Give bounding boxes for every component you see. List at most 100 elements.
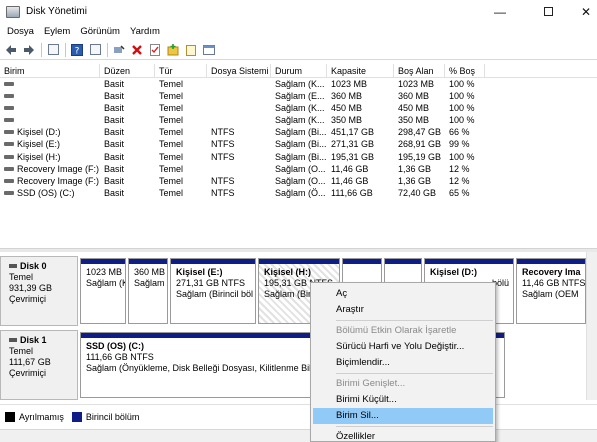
- menu-yardim[interactable]: Yardım: [130, 26, 160, 37]
- column-header-kapasite[interactable]: Kapasite: [327, 64, 394, 77]
- table-cell: Recovery Image (F:): [0, 163, 100, 175]
- minimize-button[interactable]: —: [480, 0, 520, 23]
- table-cell: Basit: [104, 163, 125, 174]
- table-row[interactable]: Recovery Image (F:) Basit Temel NTFS Sağlam …: [0, 175, 597, 187]
- table-row[interactable]: Basit Temel Sağlam (K... 450 MB 450 MB 100 %: [0, 102, 597, 114]
- context-menu-item[interactable]: Aç: [311, 286, 495, 302]
- table-cell: NTFS: [211, 151, 235, 162]
- help-icon[interactable]: ?: [70, 43, 84, 57]
- table-cell: 99 %: [449, 139, 470, 150]
- table-row[interactable]: Recovery Image (F:) Basit Temel Sağlam (O..…: [0, 163, 597, 175]
- context-menu-item[interactable]: Biçimlendir...: [311, 355, 495, 371]
- volume-name: Kişisel (D:): [17, 127, 61, 138]
- disk-icon: [9, 264, 17, 268]
- minimize-icon: —: [494, 4, 506, 19]
- table-cell: Sağlam (Bi...: [275, 139, 327, 150]
- table-cell: Sağlam (O...: [275, 175, 326, 186]
- partition-disk0-kisisel-e[interactable]: Kişisel (E:) 271,31 GB NTFS Sağlam (Birinc…: [170, 258, 256, 324]
- table-cell: Temel: [159, 115, 184, 126]
- new-icon[interactable]: [184, 43, 198, 57]
- table-cell: Basit: [104, 103, 125, 114]
- context-menu-separator: [336, 373, 493, 374]
- volume-list-header: Birim Düzen Tür Dosya Sistemi Durum Kapa…: [0, 64, 597, 78]
- status-bar: [0, 429, 597, 442]
- window-icon[interactable]: [202, 43, 216, 57]
- table-cell: Basit: [104, 79, 125, 89]
- table-cell: Basit: [104, 115, 125, 126]
- partition-disk0-recovery[interactable]: Recovery Ima 11,46 GB NTFS Sağlam (OEM: [516, 258, 586, 324]
- close-button[interactable]: ✕: [566, 0, 597, 23]
- disk-0-label[interactable]: Disk 0 Temel 931,39 GB Çevrimiçi: [0, 256, 78, 326]
- table-cell: 12 %: [449, 175, 470, 186]
- column-header-birim[interactable]: Birim: [0, 64, 100, 77]
- column-header-durum[interactable]: Durum: [271, 64, 327, 77]
- forward-arrow-icon[interactable]: [22, 43, 36, 57]
- column-header-dosya-sistemi[interactable]: Dosya Sistemi: [207, 64, 271, 77]
- column-header-bos-alan[interactable]: Boş Alan: [394, 64, 445, 77]
- partition-size: 1023 MB: [86, 267, 123, 277]
- table-cell: SSD (OS) (C:): [0, 187, 100, 199]
- table-row[interactable]: SSD (OS) (C:) Basit Temel NTFS Sağlam (Ö... 1…: [0, 187, 597, 199]
- context-menu-item[interactable]: Birimi Küçült...: [311, 392, 495, 408]
- context-menu-item[interactable]: Özellikler: [311, 429, 495, 442]
- add-folder-icon[interactable]: [166, 43, 180, 57]
- disk-1-label[interactable]: Disk 1 Temel 111,67 GB Çevrimiçi: [0, 330, 78, 400]
- disk-icon: [9, 338, 17, 342]
- back-arrow-icon[interactable]: [4, 43, 18, 57]
- table-cell: Basit: [104, 127, 125, 138]
- table-cell: 195,31 GB: [331, 151, 375, 162]
- column-header-duzen[interactable]: Düzen: [100, 64, 155, 77]
- table-cell: 1023 MB: [331, 79, 368, 89]
- partition-name: Kişisel (D:): [430, 267, 478, 277]
- table-cell: Basit: [104, 139, 125, 150]
- partition-size: 360 MB: [134, 267, 166, 277]
- table-cell: 451,17 GB: [331, 127, 375, 138]
- table-row[interactable]: Basit Temel Sağlam (E... 360 MB 360 MB 100 %: [0, 90, 597, 102]
- check-icon[interactable]: [148, 43, 162, 57]
- delete-icon[interactable]: [130, 43, 144, 57]
- disk-status: Çevrimiçi: [9, 368, 46, 378]
- maximize-button[interactable]: [528, 0, 568, 23]
- table-row[interactable]: Kişisel (H:) Basit Temel NTFS Sağlam (Bi... 1…: [0, 151, 597, 163]
- table-cell: 72,40 GB: [398, 187, 437, 198]
- column-header-yuzde-bos[interactable]: % Boş: [445, 64, 485, 77]
- table-row[interactable]: Kişisel (E:) Basit Temel NTFS Sağlam (Bi... 2…: [0, 138, 597, 150]
- table-cell: 271,31 GB: [331, 139, 375, 150]
- disk-view-scrollbar[interactable]: [586, 252, 597, 400]
- volume-name: Kişisel (E:): [17, 139, 61, 150]
- context-menu-item[interactable]: Sürücü Harfi ve Yolu Değiştir...: [311, 339, 495, 355]
- menu-gorunum[interactable]: Görünüm: [80, 26, 120, 37]
- table-cell: NTFS: [211, 139, 235, 150]
- properties-icon[interactable]: [88, 43, 102, 57]
- table-row[interactable]: Kişisel (D:) Basit Temel NTFS Sağlam (Bi... 4…: [0, 126, 597, 138]
- context-menu-item[interactable]: Araştır: [311, 302, 495, 318]
- legend-swatch-unallocated: [5, 412, 15, 422]
- partition-size: 11,46 GB NTFS: [522, 278, 586, 288]
- table-cell: [207, 78, 271, 90]
- context-menu: Aç Araştır Bölümü Etkin Olarak İşaretle Sür…: [310, 282, 496, 442]
- console-tree-icon[interactable]: [46, 43, 60, 57]
- partition-disk0-1[interactable]: 1023 MB Sağlam (K: [80, 258, 126, 324]
- column-header-tur[interactable]: Tür: [155, 64, 207, 77]
- table-row[interactable]: Basit Temel Sağlam (K... 350 MB 350 MB 100 %: [0, 114, 597, 126]
- connect-icon[interactable]: [112, 43, 126, 57]
- context-menu-item[interactable]: Birim Sil...: [313, 408, 493, 424]
- volume-rows: Basit Temel Sağlam (K... 1023 MB 1023 MB 100 …: [0, 78, 597, 199]
- table-cell: 268,91 GB: [398, 139, 442, 150]
- menu-eylem[interactable]: Eylem: [44, 26, 70, 37]
- partition-name: Kişisel (H:): [264, 267, 312, 277]
- table-cell: NTFS: [211, 127, 235, 138]
- table-cell: Basit: [104, 151, 125, 162]
- disk-name: Disk 0: [20, 261, 47, 271]
- table-cell: 11,46 GB: [331, 175, 369, 186]
- table-cell: Temel: [159, 187, 184, 198]
- table-cell: [0, 90, 100, 102]
- menu-dosya[interactable]: Dosya: [7, 26, 34, 37]
- partition-disk0-2[interactable]: 360 MB Sağlam: [128, 258, 168, 324]
- table-cell: 350 MB: [398, 115, 430, 126]
- table-cell: 12 %: [449, 163, 470, 174]
- partition-name: Recovery Ima: [522, 267, 581, 277]
- table-row[interactable]: Basit Temel Sağlam (K... 1023 MB 1023 MB 100 …: [0, 78, 597, 90]
- table-cell: NTFS: [211, 187, 235, 198]
- disk-type: Temel: [9, 346, 34, 356]
